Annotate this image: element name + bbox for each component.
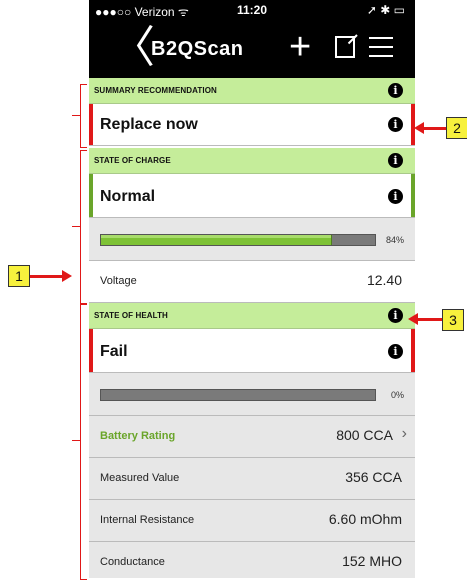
internal-resistance-value: 6.60 mOhm (328, 511, 402, 527)
charge-header: STATE OF CHARGE i (89, 148, 415, 174)
arrow-left-icon (414, 122, 424, 134)
summary-status-row: Replace now i (89, 104, 415, 146)
voltage-row: Voltage 12.40 (89, 261, 415, 303)
voltage-label: Voltage (100, 275, 137, 287)
status-edge-left (89, 104, 93, 145)
charge-progress-bar (100, 234, 376, 246)
callout-2: 2 (446, 117, 467, 139)
charge-progress-row: 84% (89, 218, 415, 261)
annotation-bracket-health (80, 304, 87, 580)
annotation-bracket-tip (72, 440, 80, 441)
status-edge-right (411, 329, 415, 372)
internal-resistance-label: Internal Resistance (100, 514, 195, 526)
charge-progress-label: 84% (385, 235, 404, 245)
health-value: Fail (100, 343, 128, 360)
annotation-bracket-summary (80, 84, 87, 148)
measured-value-value: 356 CCA (345, 469, 402, 485)
conductance-row: Conductance 152 MHO (89, 542, 415, 578)
charge-value: Normal (100, 188, 156, 205)
measured-value-label: Measured Value (100, 472, 180, 484)
summary-value: Replace now (100, 116, 198, 133)
charge-header-label: STATE OF CHARGE (94, 156, 171, 165)
status-edge-left (89, 329, 93, 372)
annotation-bracket-tip (72, 115, 80, 116)
back-chevron-icon[interactable]: 〈 (111, 26, 155, 70)
share-icon[interactable] (335, 36, 355, 58)
status-icons: ➚ ✱ ▭ (366, 3, 405, 17)
summary-header-label: SUMMARY RECOMMENDATION (94, 86, 217, 95)
health-progress-label: 0% (390, 390, 404, 400)
chevron-right-icon[interactable]: › (402, 425, 407, 443)
hamburger-menu-icon[interactable] (369, 37, 393, 57)
internal-resistance-row: Internal Resistance 6.60 mOhm (89, 500, 415, 542)
arrow-right-icon (62, 270, 72, 282)
annotation-bracket-charge (80, 150, 87, 304)
status-bar: ●●●○○ Verizon ᯤ 11:20 ➚ ✱ ▭ (89, 0, 415, 20)
battery-rating-label: Battery Rating (100, 430, 176, 442)
battery-rating-row[interactable]: Battery Rating 800 CCA › (89, 416, 415, 458)
battery-rating-value: 800 CCA (336, 427, 393, 443)
brand-logo: B2QScan (151, 38, 244, 60)
conductance-value: 152 MHO (342, 553, 402, 569)
measured-value-row: Measured Value 356 CCA (89, 458, 415, 500)
add-icon[interactable]: + (289, 28, 311, 66)
status-edge-right (411, 174, 415, 217)
nav-bar: 〈 B2QScan + (89, 20, 415, 78)
info-icon[interactable]: i (388, 344, 403, 359)
health-progress-row: 0% (89, 373, 415, 416)
summary-header: SUMMARY RECOMMENDATION i (89, 78, 415, 104)
info-icon[interactable]: i (388, 189, 403, 204)
arrow-left-icon (408, 313, 418, 325)
health-header: STATE OF HEALTH i (89, 303, 415, 329)
info-icon[interactable]: i (388, 153, 403, 168)
charge-status-row: Normal i (89, 174, 415, 218)
info-icon[interactable]: i (388, 83, 403, 98)
status-edge-left (89, 174, 93, 217)
health-header-label: STATE OF HEALTH (94, 311, 168, 320)
health-status-row: Fail i (89, 329, 415, 373)
info-icon[interactable]: i (388, 117, 403, 132)
info-icon[interactable]: i (388, 308, 403, 323)
callout-1: 1 (8, 265, 30, 287)
arrow-line (30, 275, 62, 278)
health-progress-bar (100, 389, 376, 401)
charge-progress-fill (101, 235, 332, 245)
voltage-value: 12.40 (366, 272, 402, 288)
conductance-label: Conductance (100, 556, 165, 568)
phone-screen: ●●●○○ Verizon ᯤ 11:20 ➚ ✱ ▭ 〈 B2QScan + … (89, 0, 415, 578)
arrow-line (418, 318, 442, 321)
annotation-bracket-tip (72, 226, 80, 227)
callout-3: 3 (442, 309, 464, 331)
arrow-line (424, 127, 446, 130)
